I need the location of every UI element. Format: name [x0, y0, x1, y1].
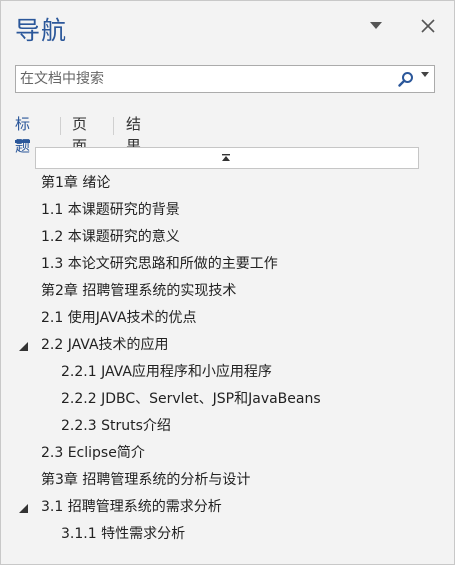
search-icon[interactable] — [398, 71, 414, 87]
scroll-up-button[interactable] — [35, 147, 419, 169]
heading-item[interactable]: 2.2.3 Struts介绍 — [61, 413, 171, 440]
tab-divider — [60, 117, 61, 135]
collapse-toggle[interactable] — [19, 332, 31, 359]
heading-item[interactable]: 1.1 本课题研究的背景 — [41, 197, 180, 224]
heading-item[interactable]: 第2章 招聘管理系统的实现技术 — [41, 278, 236, 305]
pane-options-button[interactable] — [363, 13, 389, 39]
tab-headings[interactable]: 标题 — [15, 113, 31, 155]
dropdown-caret-icon[interactable] — [421, 72, 429, 78]
collapse-toggle[interactable] — [19, 494, 31, 521]
tab-divider — [113, 117, 114, 135]
pane-title: 导航 — [15, 16, 68, 45]
search-box — [15, 65, 435, 93]
search-input[interactable] — [18, 68, 392, 90]
heading-item[interactable]: 2.2.2 JDBC、Servlet、JSP和JavaBeans — [61, 386, 321, 413]
heading-item[interactable]: 1.2 本课题研究的意义 — [41, 224, 180, 251]
expanded-triangle-icon — [19, 504, 28, 513]
heading-item[interactable]: 2.2 JAVA技术的应用 — [41, 332, 169, 359]
heading-item[interactable]: 第1章 绪论 — [41, 170, 110, 197]
scroll-up-icon — [222, 154, 230, 161]
chevron-down-icon — [370, 22, 382, 29]
navigation-pane: 导航 标题 页面 结果 第1章 绪论 1. — [0, 0, 455, 565]
close-icon — [421, 19, 435, 33]
heading-item[interactable]: 1.3 本论文研究思路和所做的主要工作 — [41, 251, 278, 278]
heading-item[interactable]: 3.1.1 特性需求分析 — [61, 521, 185, 548]
tab-pages[interactable]: 页面 — [72, 113, 87, 155]
heading-item[interactable]: 2.2.1 JAVA应用程序和小应用程序 — [61, 359, 272, 386]
heading-item[interactable]: 3.1 招聘管理系统的需求分析 — [41, 494, 222, 521]
tab-results[interactable]: 结果 — [126, 113, 141, 155]
close-button[interactable] — [415, 13, 441, 39]
expanded-triangle-icon — [19, 342, 28, 351]
heading-item[interactable]: 第3章 招聘管理系统的分析与设计 — [41, 467, 250, 494]
heading-item[interactable]: 2.3 Eclipse简介 — [41, 440, 145, 467]
heading-item[interactable]: 2.1 使用JAVA技术的优点 — [41, 305, 197, 332]
